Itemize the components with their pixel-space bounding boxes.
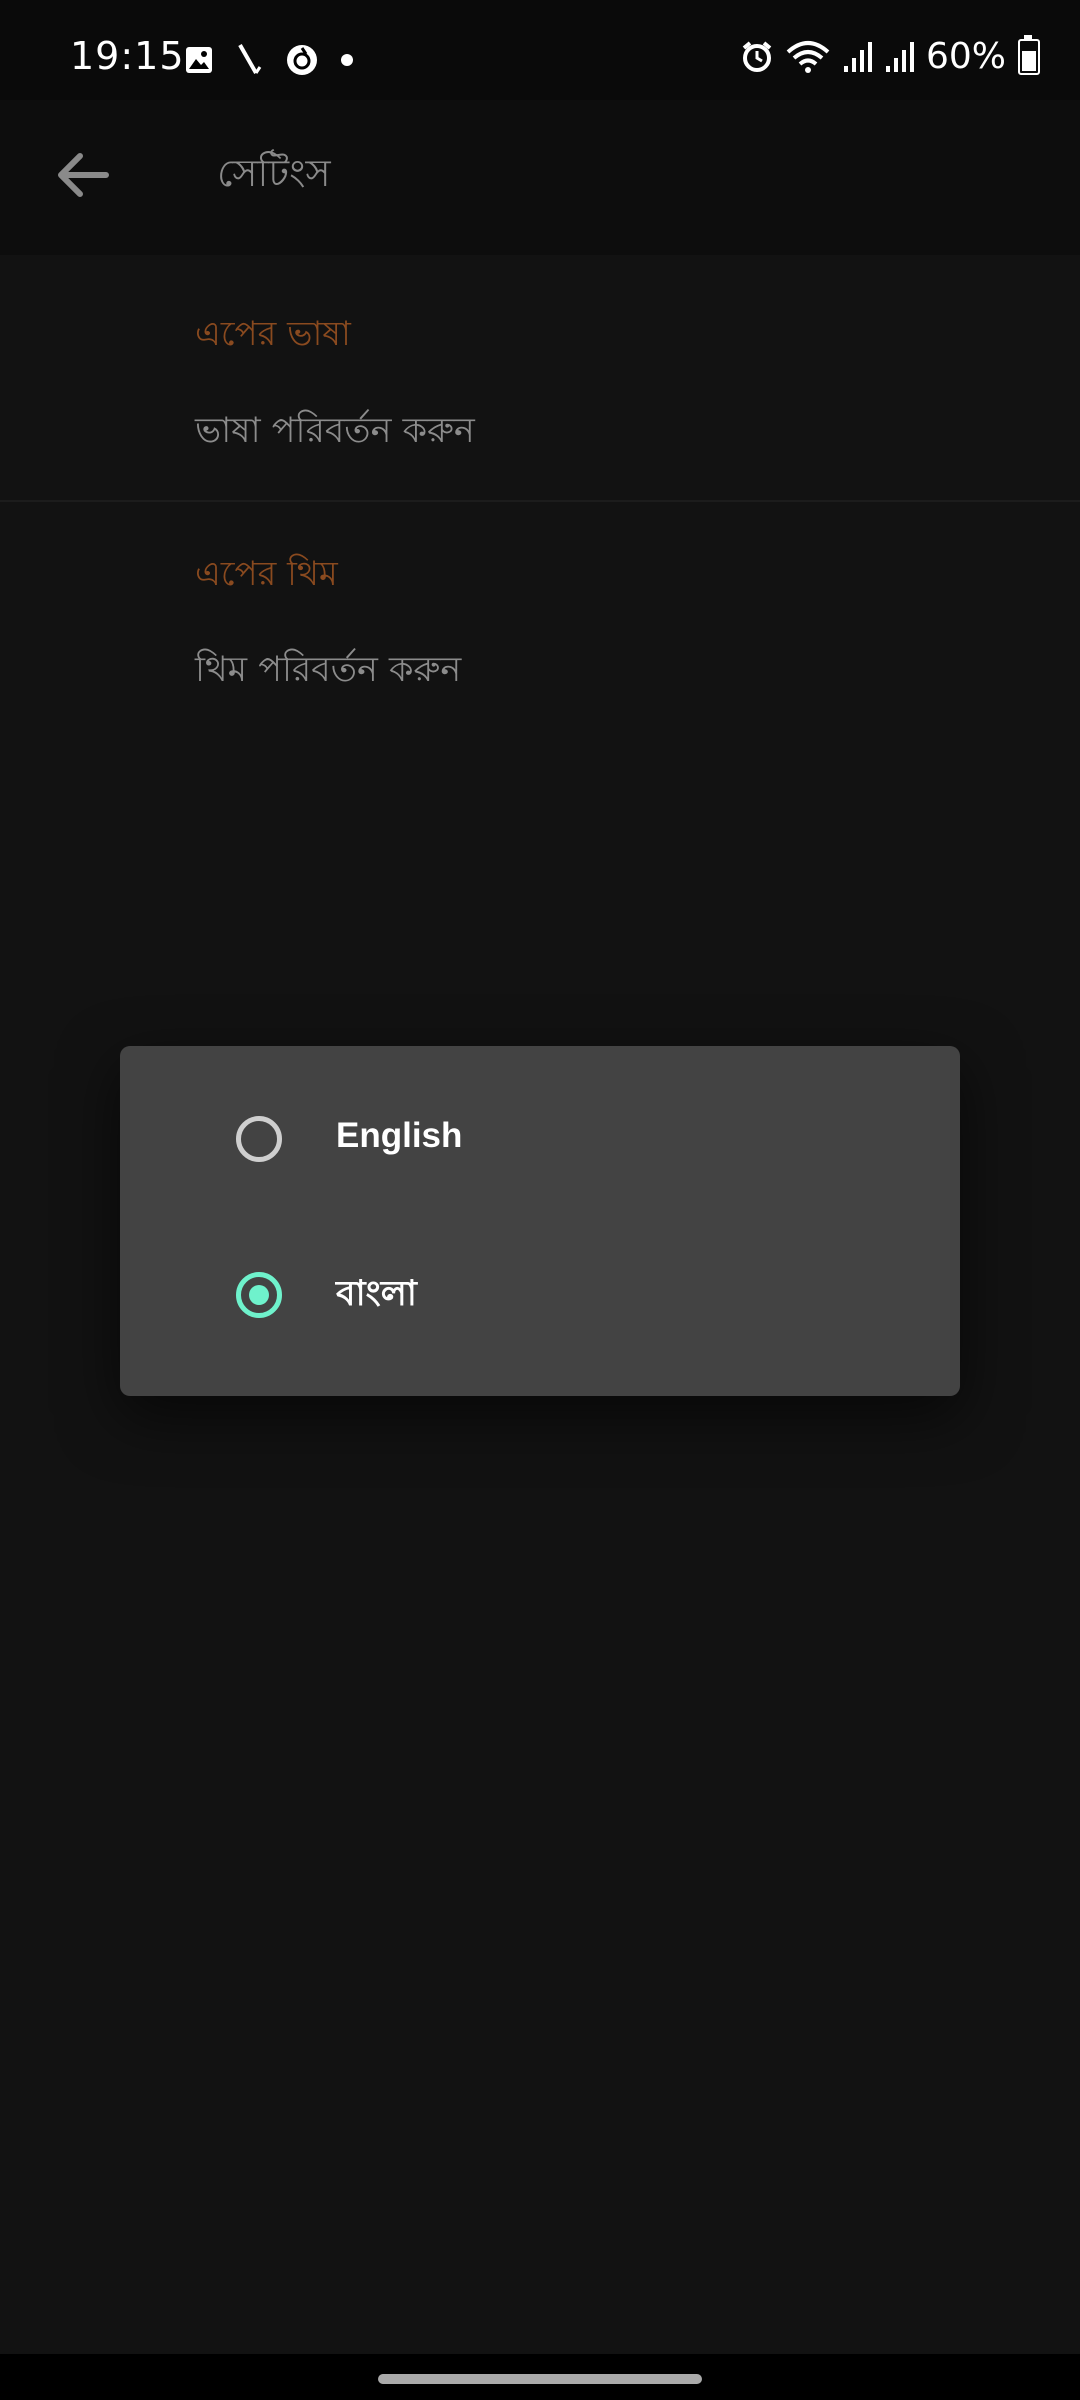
app-bar: সেটিংস [0, 100, 1080, 255]
option-english[interactable]: English [120, 1064, 960, 1214]
battery-fill [1022, 51, 1036, 71]
option-bangla-label: বাংলা [336, 1274, 417, 1313]
status-left-icons [184, 42, 354, 78]
image-icon [186, 47, 212, 73]
battery-percent: 60% [925, 36, 1006, 77]
radio-bangla[interactable] [236, 1272, 282, 1318]
language-dialog: English বাংলা [120, 1046, 960, 1396]
dot-icon [341, 54, 353, 66]
radio-english[interactable] [236, 1116, 282, 1162]
option-bangla[interactable]: বাংলা [120, 1220, 960, 1370]
home-indicator[interactable] [378, 2374, 702, 2384]
navigation-bar [0, 2354, 1080, 2400]
app-icon [287, 45, 317, 75]
status-right-icons: 60% [740, 34, 1040, 77]
option-english-label: English [336, 1116, 463, 1155]
pen-icon [238, 44, 262, 74]
status-time: 19:15 [70, 34, 185, 78]
wifi-icon [786, 40, 830, 73]
radio-selected-dot [249, 1285, 269, 1305]
back-arrow-icon [58, 153, 109, 197]
signal-icon [843, 41, 872, 72]
signal-icon [885, 41, 914, 72]
battery-icon [1018, 34, 1040, 75]
page-title: সেটিংস [217, 151, 331, 195]
alarm-icon [742, 40, 772, 72]
back-button[interactable] [50, 140, 120, 210]
